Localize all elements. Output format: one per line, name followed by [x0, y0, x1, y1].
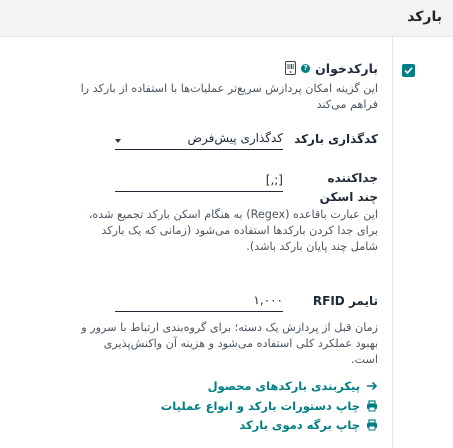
configure-product-barcodes-link[interactable]: پیکربندی بارکدهای محصول	[208, 379, 378, 393]
link-label: چاپ برگه دموی بارکد	[239, 418, 360, 432]
barcode-scanner-icon	[285, 61, 297, 75]
rfid-timer-input[interactable]: ۱,۰۰۰	[115, 293, 283, 312]
section-header: بارکد	[0, 0, 453, 37]
setting-title-row: بارکدخوان ?	[285, 58, 378, 78]
separator-input[interactable]: [,;]	[115, 173, 283, 192]
encoding-select[interactable]: کدگذاری پیش‌فرض	[115, 131, 283, 150]
rfid-timer-value: ۱,۰۰۰	[253, 293, 283, 307]
printer-icon	[367, 419, 377, 431]
setting-title: بارکدخوان	[315, 60, 378, 76]
setting-description: این گزینه امکان پردازش سریع‌تر عملیات‌ها…	[80, 82, 378, 111]
print-barcode-commands-link[interactable]: چاپ دستورات بارکد و انواع عملیات	[161, 399, 378, 413]
help-icon[interactable]: ?	[301, 63, 311, 73]
link-label: پیکربندی بارکدهای محصول	[207, 379, 360, 393]
checkmark-icon	[404, 67, 413, 75]
separator-value: [,;]	[265, 173, 283, 187]
settings-content: بارکدخوان ? این گزینه امکان پردازش سریع‌…	[0, 37, 453, 448]
rfid-timer-description: زمان قبل از پردازش یک دسته؛ برای گروه‌بن…	[81, 321, 378, 366]
print-barcode-demo-sheet-link[interactable]: چاپ برگه دموی بارکد	[239, 418, 378, 432]
separator-label-line2: چند اسکن	[319, 190, 378, 204]
chevron-down-icon	[115, 139, 121, 143]
barcode-scanner-checkbox[interactable]	[402, 64, 415, 77]
separator-label-line1: جداکننده	[327, 171, 378, 185]
section-title: بارکد	[407, 9, 442, 25]
separator-description: این عبارت باقاعده (Regex) به هنگام اسکن …	[88, 208, 378, 253]
arrow-right-icon	[367, 381, 378, 391]
rfid-timer-label: تایمر RFID	[312, 294, 378, 308]
encoding-value: کدگذاری پیش‌فرض	[187, 131, 283, 145]
printer-icon	[367, 400, 377, 412]
column-divider	[392, 37, 393, 448]
link-label: چاپ دستورات بارکد و انواع عملیات	[160, 399, 360, 413]
encoding-label: کدگذاری بارکد	[294, 132, 378, 146]
